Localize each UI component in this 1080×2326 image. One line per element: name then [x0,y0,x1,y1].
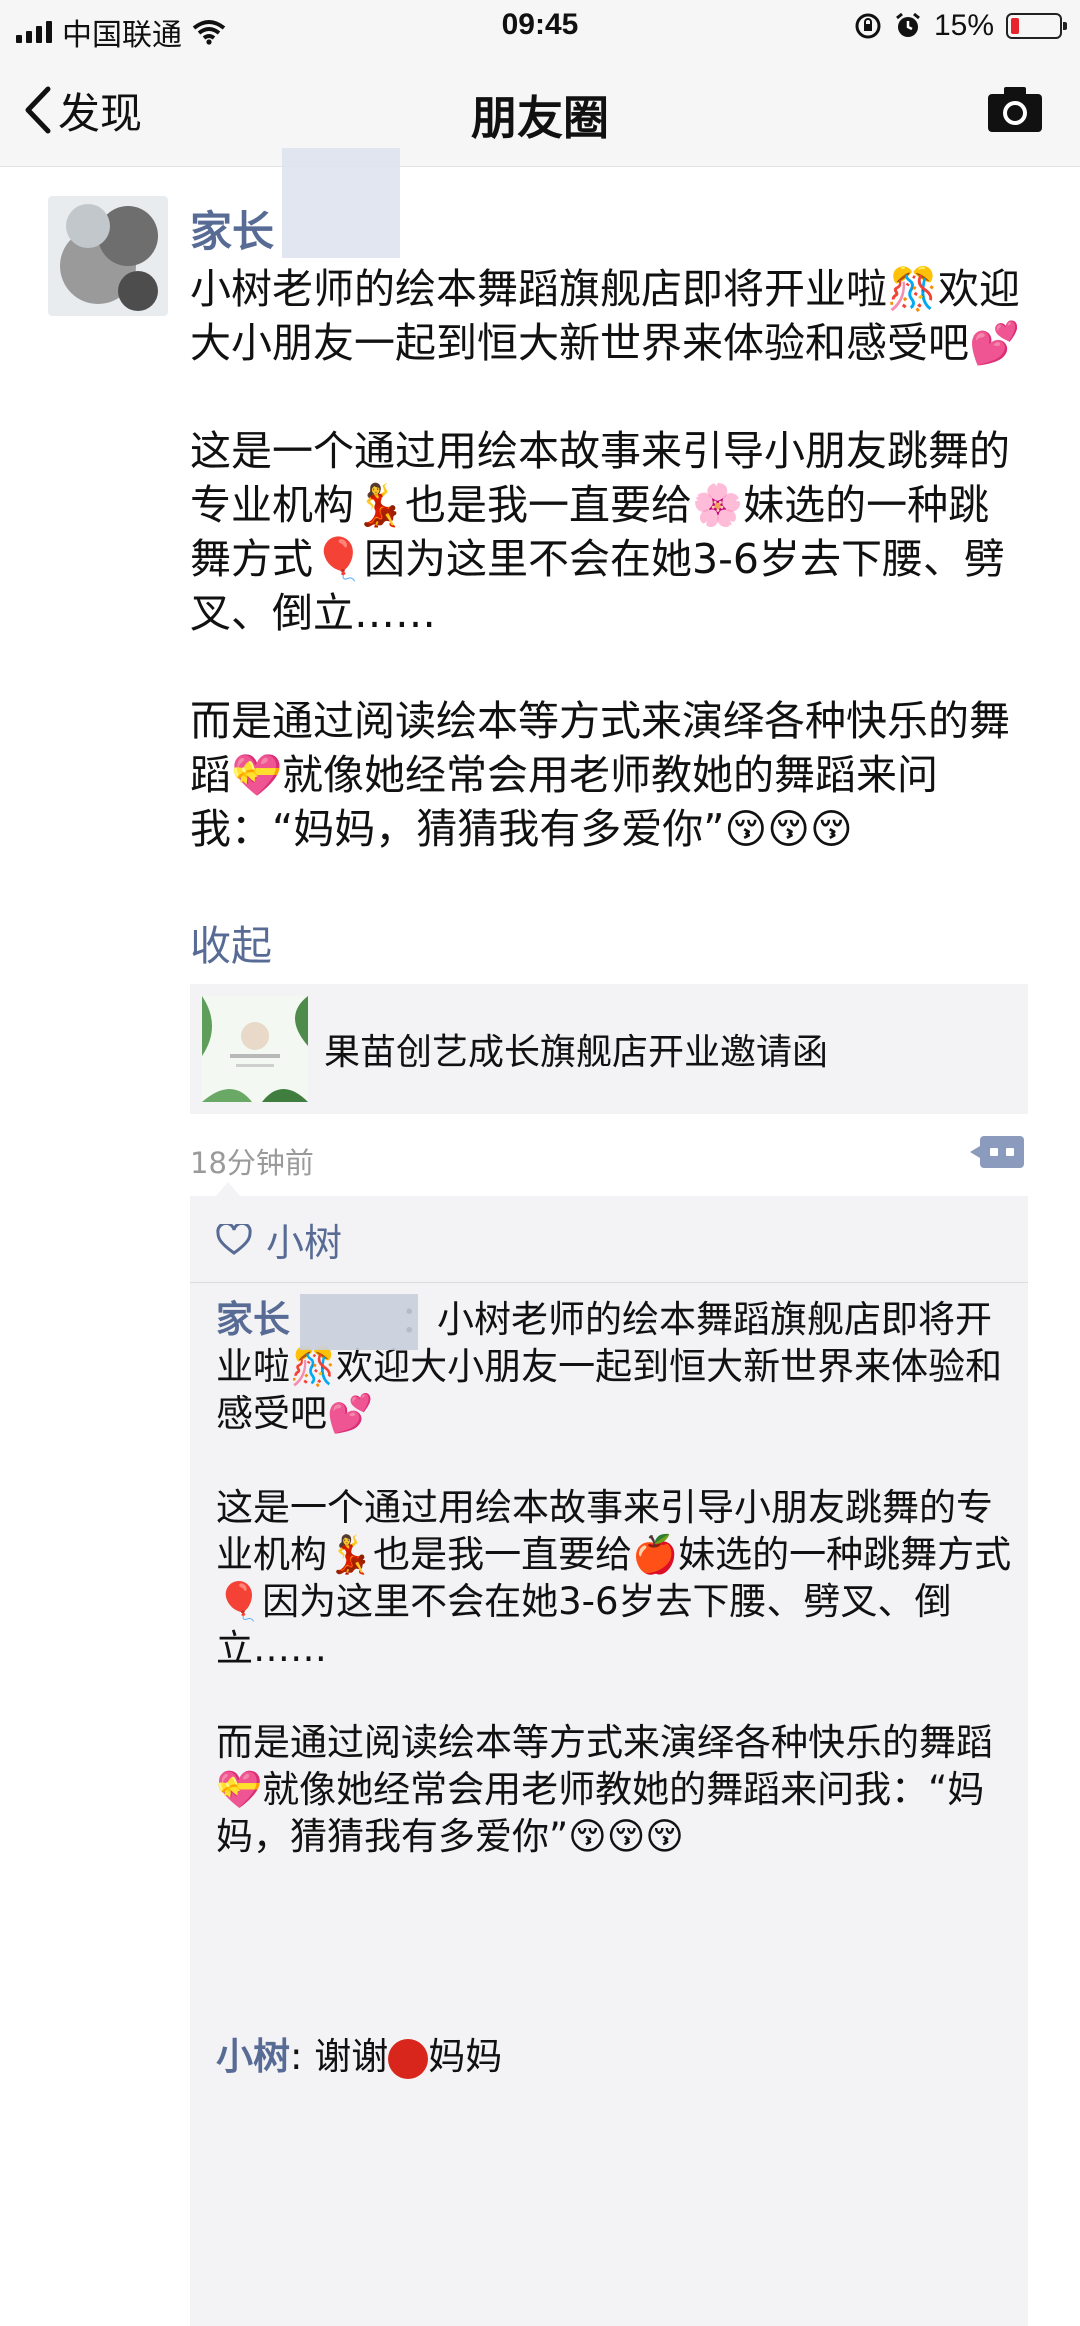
dot-icon [1006,1148,1014,1156]
link-title: 果苗创艺成长旗舰店开业邀请函 [324,1032,829,1073]
status-bar: 中国联通 09:45 15% [0,0,1080,54]
post-paragraph: 小树老师的绘本舞蹈旗舰店即将开业啦🎊欢迎大小朋友一起到恒大新世界来体验和感受吧💕 [190,265,1021,367]
reply-author[interactable]: 小树 [216,2035,290,2078]
post-author[interactable]: 家长 [190,198,274,259]
likes-row: 小树 [216,1212,342,1267]
nav-bar: 发现 朋友圈 [0,54,1080,167]
reply-item[interactable]: 小树: 谢谢 妈妈 [216,2026,502,2080]
comments-panel: 小树 家长 ：小树老师的绘本舞蹈旗舰店即将开业啦🎊欢迎大小朋友一起到恒大新世界来体… [190,1182,1028,2326]
like-user[interactable]: 小树 [266,1212,342,1267]
invitation-thumbnail-icon [202,996,308,1102]
comment-item[interactable]: 家长 ：小树老师的绘本舞蹈旗舰店即将开业啦🎊欢迎大小朋友一起到恒大新世界来体验和感… [216,1296,1016,1907]
apple-sticker-icon [388,2038,429,2079]
camera-icon[interactable] [986,84,1044,134]
post-time: 18分钟前 [190,1146,314,1180]
collapse-link[interactable]: 收起 [190,912,272,972]
post-paragraph: 而是通过阅读绘本等方式来演绎各种快乐的舞蹈💝就像她经常会用老师教她的舞蹈来问我：… [190,697,1010,853]
rotation-lock-icon [855,13,881,39]
comment-author[interactable]: 家长 [216,1298,290,1341]
post-paragraph: 这是一个通过用绘本故事来引导小朋友跳舞的专业机构💃也是我一直要给🌸妹选的一种跳舞… [190,427,1010,637]
reply-text: 谢谢 [314,2035,389,2078]
avatar[interactable] [48,196,168,316]
comment-menu-button[interactable] [970,1136,1024,1168]
comment-paragraph: 而是通过阅读绘本等方式来演绎各种快乐的舞蹈💝就像她经常会用老师教她的舞蹈来问我：… [216,1721,993,1858]
alarm-icon [896,12,920,37]
comment-paragraph: 这是一个通过用绘本故事来引导小朋友跳舞的专业机构💃也是我一直要给🍎妹选的一种跳舞… [216,1486,1012,1670]
post-content: 小树老师的绘本舞蹈旗舰店即将开业啦🎊欢迎大小朋友一起到恒大新世界来体验和感受吧💕… [190,262,1030,856]
redaction-block [282,148,400,258]
avatar-image [48,196,168,316]
reply-text: 妈妈 [428,2035,503,2078]
divider [190,1282,1028,1283]
battery-icon [1006,13,1067,39]
link-thumbnail [202,996,308,1102]
battery-percent: 15% [933,9,994,42]
heart-icon [216,1223,252,1255]
page-title: 朋友圈 [471,91,609,145]
status-right: 15% [854,9,1067,43]
shared-link-card[interactable]: 果苗创艺成长旗舰店开业邀请函 [190,984,1028,1114]
redaction-block [300,1294,418,1350]
dot-icon [990,1148,998,1156]
